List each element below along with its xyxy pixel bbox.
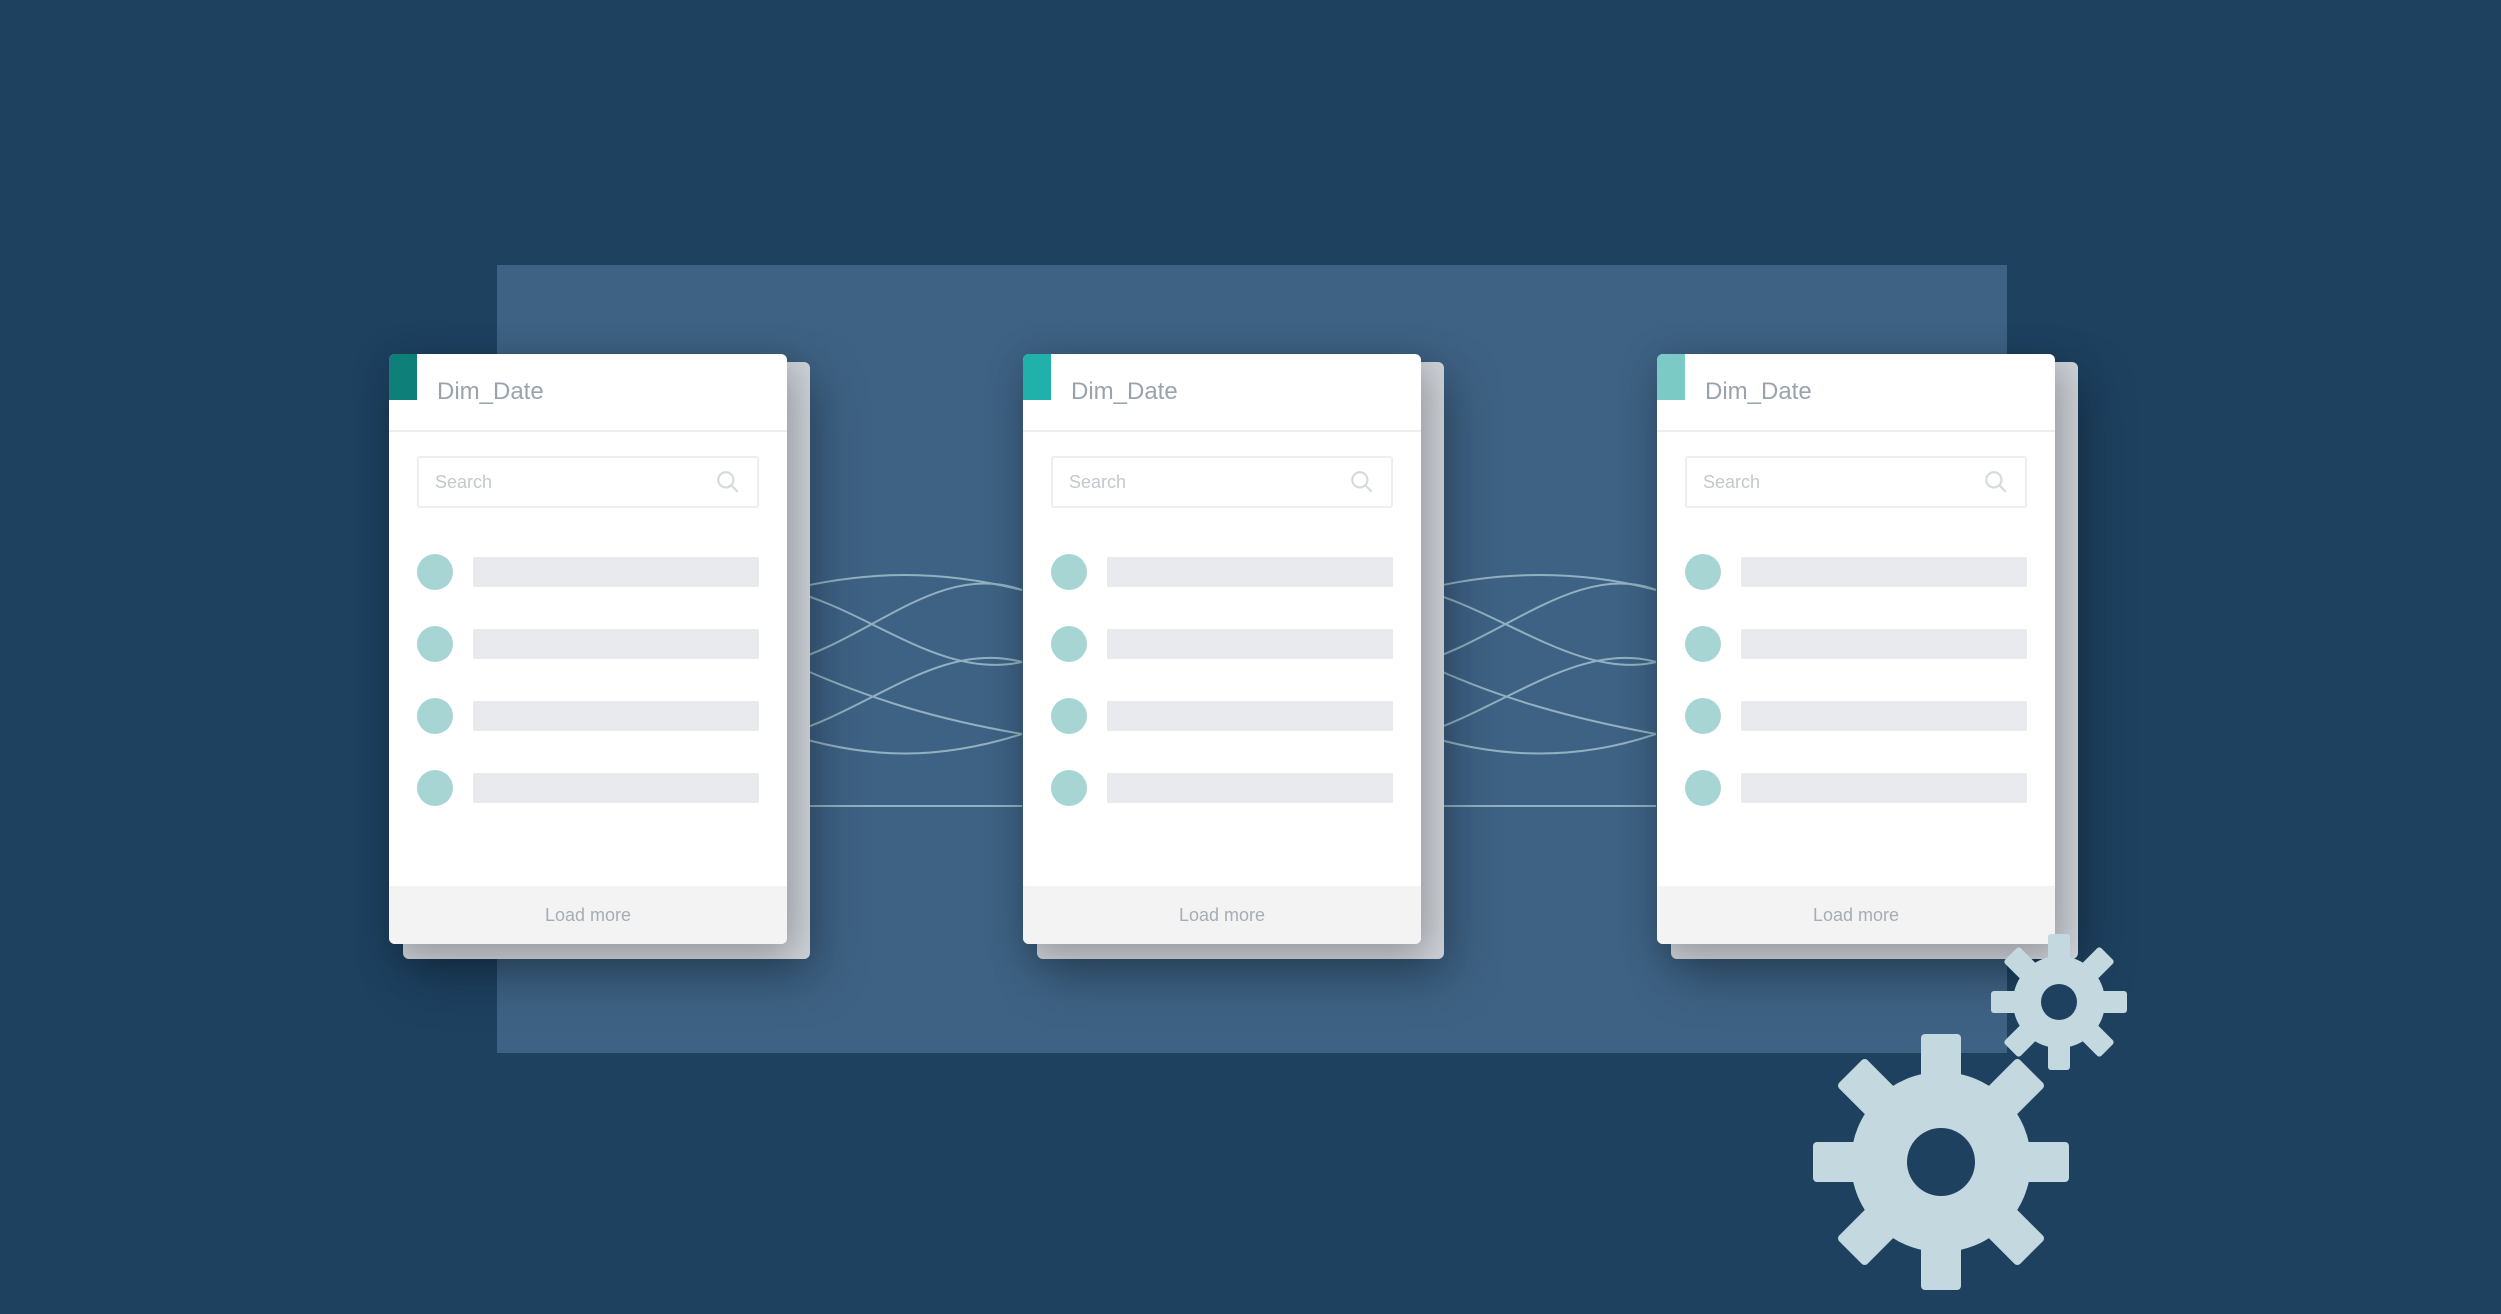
card-header: Dim_Date [1657, 354, 2055, 432]
list-item [417, 770, 759, 806]
list-item [1685, 626, 2027, 662]
list-item [417, 698, 759, 734]
row-bar [1741, 701, 2027, 731]
entity-card-2: Dim_Date Search Load more [1023, 354, 1421, 944]
load-more-button[interactable]: Load more [1023, 886, 1421, 944]
list-item [417, 554, 759, 590]
row-bar [1741, 773, 2027, 803]
search-input[interactable]: Search [1685, 456, 2027, 508]
gears-icon [1791, 924, 2161, 1294]
card-header: Dim_Date [1023, 354, 1421, 432]
row-bar [1107, 773, 1393, 803]
row-dot-icon [1051, 698, 1087, 734]
row-dot-icon [417, 770, 453, 806]
row-dot-icon [1051, 626, 1087, 662]
row-bar [473, 701, 759, 731]
search-input[interactable]: Search [417, 456, 759, 508]
row-bar [1741, 629, 2027, 659]
row-bar [473, 629, 759, 659]
load-more-label: Load more [1179, 905, 1265, 926]
list-item [1685, 698, 2027, 734]
card-title: Dim_Date [437, 378, 544, 406]
row-dot-icon [417, 554, 453, 590]
search-placeholder: Search [435, 472, 492, 493]
row-dot-icon [417, 698, 453, 734]
row-bar [1741, 557, 2027, 587]
row-bar [473, 773, 759, 803]
search-placeholder: Search [1703, 472, 1760, 493]
entity-card-3: Dim_Date Search Load more [1657, 354, 2055, 944]
card-body: Search [1023, 432, 1421, 806]
card-header: Dim_Date [389, 354, 787, 432]
entity-card-1: Dim_Date Search Load more [389, 354, 787, 944]
load-more-label: Load more [1813, 905, 1899, 926]
row-dot-icon [1685, 698, 1721, 734]
search-icon [1349, 469, 1375, 495]
load-more-label: Load more [545, 905, 631, 926]
card-body: Search [1657, 432, 2055, 806]
row-dot-icon [1051, 554, 1087, 590]
load-more-button[interactable]: Load more [389, 886, 787, 944]
search-placeholder: Search [1069, 472, 1126, 493]
list-item [1051, 770, 1393, 806]
search-icon [715, 469, 741, 495]
row-bar [1107, 629, 1393, 659]
row-bar [1107, 701, 1393, 731]
list-item [1051, 626, 1393, 662]
row-dot-icon [1685, 626, 1721, 662]
card-title: Dim_Date [1705, 378, 1812, 406]
row-bar [473, 557, 759, 587]
card-accent-tab [1023, 354, 1051, 400]
row-dot-icon [1685, 770, 1721, 806]
row-bar [1107, 557, 1393, 587]
card-body: Search [389, 432, 787, 806]
list-item [417, 626, 759, 662]
search-icon [1983, 469, 2009, 495]
search-input[interactable]: Search [1051, 456, 1393, 508]
list-item [1051, 698, 1393, 734]
card-accent-tab [1657, 354, 1685, 400]
list-item [1685, 554, 2027, 590]
row-dot-icon [1051, 770, 1087, 806]
card-accent-tab [389, 354, 417, 400]
row-dot-icon [417, 626, 453, 662]
list-item [1685, 770, 2027, 806]
row-dot-icon [1685, 554, 1721, 590]
card-title: Dim_Date [1071, 378, 1178, 406]
list-item [1051, 554, 1393, 590]
